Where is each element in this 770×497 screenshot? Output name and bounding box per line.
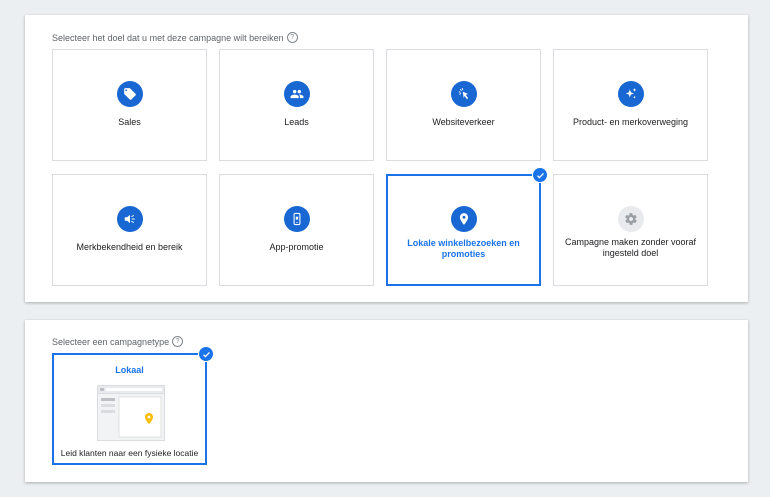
megaphone-icon [116, 206, 143, 232]
goal-card-label: Product- en merkoverweging [572, 117, 689, 127]
campaign-type-card-lokaal[interactable]: Lokaal Leid klanten naar een fysieke loc… [52, 346, 214, 465]
location-pin-icon [450, 206, 477, 232]
goal-card-merkbekendheid[interactable]: Merkbekendheid en bereik [52, 174, 207, 286]
goal-card-label: App-promotie [269, 242, 324, 252]
browser-map-illustration [97, 385, 165, 441]
goal-card-sales[interactable]: Sales [52, 49, 207, 161]
goal-card-zonder-doel[interactable]: Campagne maken zonder vooraf ingesteld d… [553, 174, 708, 286]
goal-card-label: Websiteverkeer [432, 117, 495, 127]
people-icon [283, 81, 310, 107]
goal-card-leads[interactable]: Leads [219, 49, 374, 161]
help-icon[interactable]: ? [172, 336, 184, 347]
goal-section-label: Selecteer het doel dat u met deze campag… [52, 32, 298, 43]
tag-icon [116, 81, 143, 107]
goal-card-label: Campagne maken zonder vooraf ingesteld d… [564, 237, 697, 258]
goal-card-label: Lokale winkelbezoeken en promoties [407, 238, 520, 259]
sparkle-icon [617, 81, 644, 107]
check-icon [532, 167, 548, 183]
goal-panel: Selecteer het doel dat u met deze campag… [25, 15, 748, 302]
cursor-click-icon [450, 81, 477, 107]
goal-card-app-promotie[interactable]: App-promotie [219, 174, 374, 286]
help-icon[interactable]: ? [286, 32, 298, 43]
phone-icon [283, 206, 310, 232]
goal-card-label: Merkbekendheid en bereik [76, 242, 183, 252]
goal-section-label-text: Selecteer het doel dat u met deze campag… [52, 32, 284, 43]
check-icon [198, 346, 214, 362]
type-section-label-text: Selecteer een campagnetype [52, 336, 170, 347]
campaign-type-caption: Leid klanten naar een fysieke locatie [60, 448, 199, 458]
goal-card-websiteverkeer[interactable]: Websiteverkeer [386, 49, 541, 161]
campaign-type-title: Lokaal [115, 365, 144, 375]
goal-card-label: Leads [284, 117, 309, 127]
goal-card-lokale-winkelbezoeken[interactable]: Lokale winkelbezoeken en promoties [386, 167, 548, 286]
campaign-type-panel: Selecteer een campagnetype ? Lokaal Leid… [25, 320, 748, 482]
type-section-label: Selecteer een campagnetype ? [52, 336, 184, 347]
goal-card-label: Sales [118, 117, 141, 127]
goal-card-product-merkoverweging[interactable]: Product- en merkoverweging [553, 49, 708, 161]
gear-icon [617, 206, 644, 232]
